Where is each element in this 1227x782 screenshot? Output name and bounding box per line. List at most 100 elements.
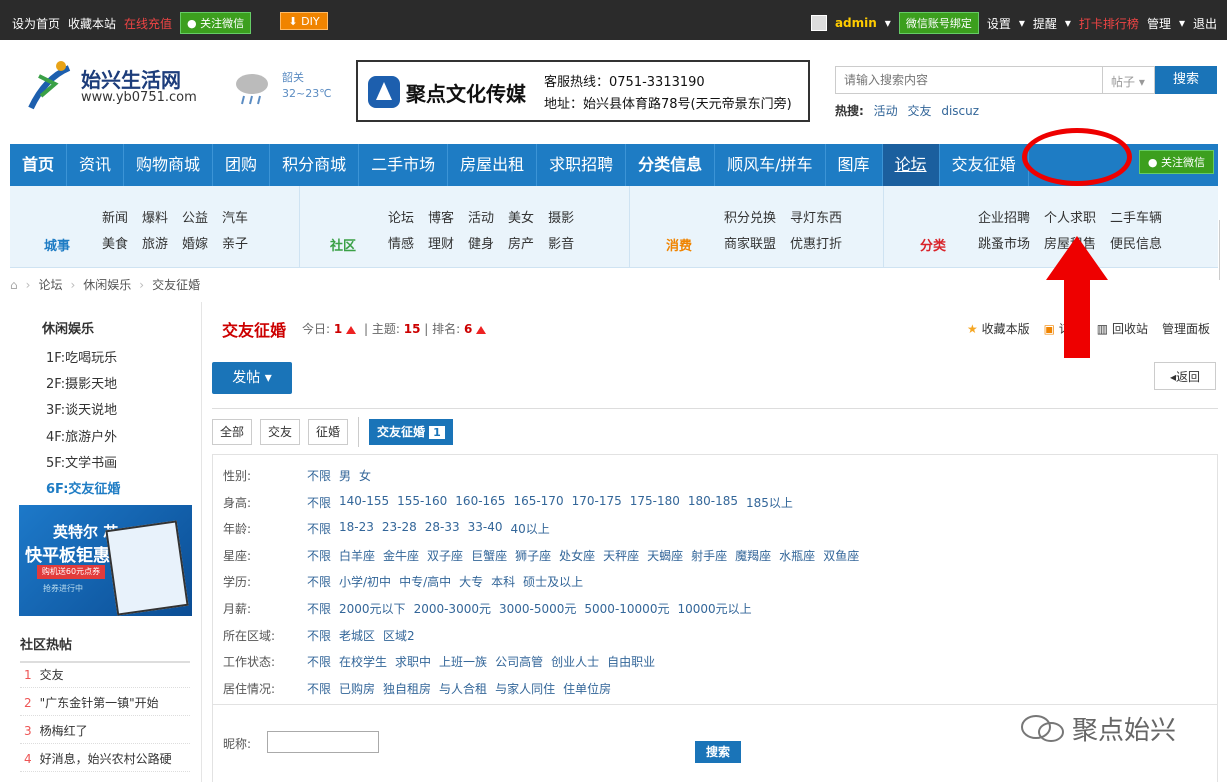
search-button[interactable]: 搜索 <box>1155 66 1217 94</box>
site-logo[interactable]: 始兴生活网 www.yb0751.com <box>25 58 205 118</box>
filter-option[interactable]: 女 <box>359 467 371 485</box>
scrollbar[interactable] <box>1219 220 1227 280</box>
username-menu[interactable]: admin <box>835 16 877 30</box>
filter-option[interactable]: 不限 <box>307 600 331 618</box>
subnav-link[interactable]: 健身 <box>468 232 494 258</box>
tab-all[interactable]: 全部 <box>212 419 253 445</box>
subnav-link[interactable]: 旅游 <box>142 232 168 258</box>
remind-menu[interactable]: 提醒 <box>1033 15 1057 32</box>
filter-option[interactable]: 180-185 <box>688 494 738 512</box>
nav-forum[interactable]: 论坛 <box>882 144 940 186</box>
subnav-link[interactable]: 房产 <box>508 232 534 258</box>
nav-second-hand[interactable]: 二手市场 <box>359 144 449 186</box>
sidebar-board[interactable]: 4F:旅游户外 <box>46 426 117 445</box>
nav-news[interactable]: 资讯 <box>67 144 125 186</box>
filter-option[interactable]: 不限 <box>307 573 331 591</box>
filter-option[interactable]: 魔羯座 <box>735 547 771 565</box>
filter-option[interactable]: 双鱼座 <box>823 547 859 565</box>
hot-post-item[interactable]: 2 "广东金针第一镇"开始 <box>20 690 190 716</box>
sidebar-board[interactable]: 5F:文学书画 <box>46 452 117 471</box>
filter-option[interactable]: 金牛座 <box>383 547 419 565</box>
subnav-link[interactable]: 活动 <box>468 206 494 232</box>
filter-option[interactable]: 住单位房 <box>563 680 611 698</box>
filter-option[interactable]: 不限 <box>307 680 331 698</box>
subnav-link[interactable]: 企业招聘 <box>978 206 1030 232</box>
subnav-link[interactable]: 二手车辆 <box>1110 206 1162 232</box>
filter-option[interactable]: 10000元以上 <box>677 600 751 618</box>
back-button[interactable]: ◂返回 <box>1154 362 1216 390</box>
subnav-link[interactable]: 论坛 <box>388 206 414 232</box>
recharge-link[interactable]: 在线充值 <box>124 15 172 32</box>
hot-post-item[interactable]: 1 交友 <box>20 662 190 688</box>
filter-option[interactable]: 白羊座 <box>339 547 375 565</box>
filter-option[interactable]: 18-23 <box>339 520 374 538</box>
logout-link[interactable]: 退出 <box>1193 15 1217 32</box>
nav-home[interactable]: 首页 <box>10 144 68 186</box>
filter-option[interactable]: 上班一族 <box>439 653 487 671</box>
filter-option[interactable]: 不限 <box>307 627 331 645</box>
filter-option[interactable]: 老城区 <box>339 627 375 645</box>
new-post-button[interactable]: 发帖 ▾ <box>212 362 292 394</box>
filter-option[interactable]: 在校学生 <box>339 653 387 671</box>
filter-option[interactable]: 水瓶座 <box>779 547 815 565</box>
subnav-link[interactable]: 新闻 <box>102 206 128 232</box>
diy-button[interactable]: ⬇ DIY <box>280 12 328 30</box>
filter-option[interactable]: 天秤座 <box>603 547 639 565</box>
filter-option[interactable]: 不限 <box>307 547 331 565</box>
filter-option[interactable]: 已购房 <box>339 680 375 698</box>
set-home-link[interactable]: 设为首页 <box>12 15 60 32</box>
filter-option[interactable]: 自由职业 <box>607 653 655 671</box>
filter-option[interactable]: 独自租房 <box>383 680 431 698</box>
filter-option[interactable]: 160-165 <box>455 494 505 512</box>
subnav-link[interactable]: 理财 <box>428 232 454 258</box>
filter-option[interactable]: 155-160 <box>397 494 447 512</box>
filter-option[interactable]: 28-33 <box>425 520 460 538</box>
filter-option[interactable]: 求职中 <box>395 653 431 671</box>
filter-option[interactable]: 185以上 <box>746 494 793 512</box>
nav-points-mall[interactable]: 积分商城 <box>270 144 360 186</box>
filter-option[interactable]: 天蝎座 <box>647 547 683 565</box>
home-icon[interactable]: ⌂ <box>10 278 18 292</box>
filter-option[interactable]: 创业人士 <box>551 653 599 671</box>
nav-classified[interactable]: 分类信息 <box>626 144 716 186</box>
filter-option[interactable]: 与人合租 <box>439 680 487 698</box>
subnav-link[interactable]: 个人求职 <box>1044 206 1096 232</box>
subnav-link[interactable]: 汽车 <box>222 206 248 232</box>
nav-jobs[interactable]: 求职招聘 <box>537 144 627 186</box>
filter-option[interactable]: 不限 <box>307 494 331 512</box>
subnav-link[interactable]: 美女 <box>508 206 534 232</box>
nav-groupbuy[interactable]: 团购 <box>213 144 271 186</box>
filter-option[interactable]: 40以上 <box>511 520 550 538</box>
admin-panel-link[interactable]: 管理面板 <box>1162 320 1210 337</box>
filter-option[interactable]: 双子座 <box>427 547 463 565</box>
filter-option[interactable]: 不限 <box>307 520 331 538</box>
tab-marriage[interactable]: 征婚 <box>308 419 349 445</box>
follow-wechat-button[interactable]: ● 关注微信 <box>180 12 252 34</box>
subnav-link[interactable]: 情感 <box>388 232 414 258</box>
sidebar-board[interactable]: 1F:吃喝玩乐 <box>46 347 117 366</box>
sidebar-board[interactable]: 3F:谈天说地 <box>46 399 117 418</box>
subnav-link[interactable]: 公益 <box>182 206 208 232</box>
search-type-select[interactable]: 帖子 ▾ <box>1103 66 1155 94</box>
hot-post-item[interactable]: 3 杨梅红了 <box>20 718 190 744</box>
filter-option[interactable]: 中专/高中 <box>399 573 451 591</box>
subnav-link[interactable]: 寻灯东西 <box>790 206 842 232</box>
tab-dating-active[interactable]: 交友征婚 1 <box>369 419 453 445</box>
filter-option[interactable]: 5000-10000元 <box>584 600 669 618</box>
filter-option[interactable]: 2000元以下 <box>339 600 406 618</box>
nav-shop[interactable]: 购物商城 <box>124 144 214 186</box>
filter-option[interactable]: 3000-5000元 <box>499 600 576 618</box>
subnav-link[interactable]: 美食 <box>102 232 128 258</box>
subnav-link[interactable]: 影音 <box>548 232 574 258</box>
filter-option[interactable]: 23-28 <box>382 520 417 538</box>
hot-post-item[interactable]: 4 好消息，始兴农村公路硬 <box>20 746 190 772</box>
filter-option[interactable]: 公司高管 <box>495 653 543 671</box>
filter-option[interactable]: 与家人同住 <box>495 680 555 698</box>
avatar[interactable] <box>810 15 827 31</box>
subnav-link[interactable]: 摄影 <box>548 206 574 232</box>
sidebar-board-current[interactable]: 6F:交友征婚 <box>46 478 120 497</box>
wechat-bind-button[interactable]: 微信账号绑定 <box>898 12 979 34</box>
sidebar-ad[interactable]: 英特尔 芯 快平板钜惠 购机送60元点券 抢券进行中 <box>19 505 192 616</box>
subnav-link[interactable]: 博客 <box>428 206 454 232</box>
nav-gallery[interactable]: 图库 <box>826 144 883 186</box>
